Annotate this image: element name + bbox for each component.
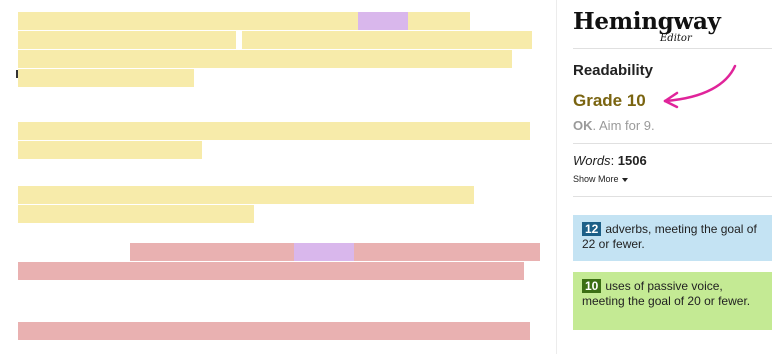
status-ok: OK — [573, 118, 593, 133]
aim-text: . Aim for 9. — [592, 118, 655, 133]
divider — [573, 196, 772, 197]
editor-text-area[interactable] — [0, 0, 556, 354]
adverbs-card: 12 adverbs, meeting the goal of 22 or few… — [573, 215, 772, 261]
words-value: 1506 — [617, 153, 647, 168]
word-count: Words: 1506 — [573, 153, 647, 168]
show-more-label: Show More — [573, 174, 619, 184]
passive-voice-card: 10 uses of passive voice, meeting the goa… — [573, 272, 772, 330]
grade-level: Grade 10 — [573, 91, 646, 110]
sidebar: Hemingway Editor Readability Grade 10 OK… — [573, 0, 772, 354]
words-label: Words — [573, 153, 611, 168]
adverbs-text: adverbs, meeting the goal of 22 or fewer… — [582, 222, 757, 251]
logo-subtitle: Editor — [660, 33, 692, 44]
text-cursor — [16, 70, 18, 78]
panel-divider — [556, 0, 557, 354]
logo-title: Hemingway — [573, 8, 721, 35]
annotation-arrow-icon — [663, 64, 737, 109]
divider — [573, 48, 772, 49]
adverbs-count: 12 — [582, 222, 602, 236]
readability-status: OK. Aim for 9. — [573, 118, 655, 133]
app-logo: Hemingway Editor — [573, 8, 723, 48]
passive-count: 10 — [582, 279, 602, 293]
caret-down-icon — [621, 177, 628, 182]
show-more-button[interactable]: Show More — [573, 174, 628, 184]
divider — [573, 143, 772, 144]
readability-heading: Readability — [573, 62, 654, 79]
passive-text: uses of passive voice, meeting the goal … — [582, 279, 751, 308]
